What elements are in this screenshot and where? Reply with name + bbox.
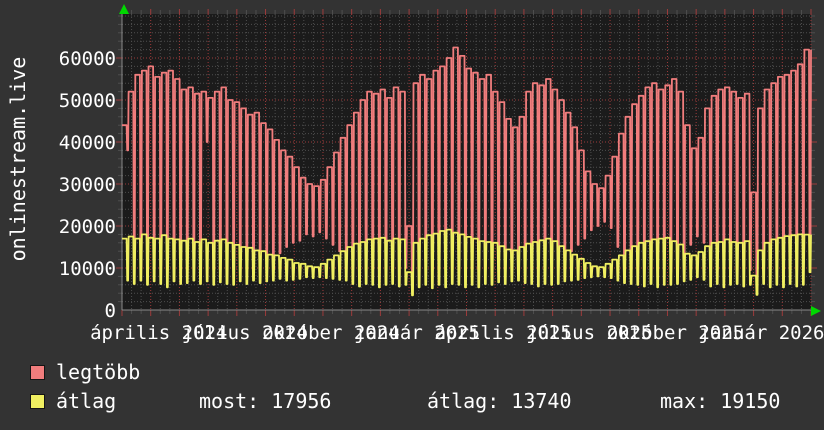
legend: legtöbb átlag most: 17956 átlag: 13740 m… (0, 358, 824, 416)
y-tick-label: 20000 (59, 216, 116, 238)
x-axis-arrow-icon (811, 306, 821, 316)
stat-atlag-value: 13740 (511, 389, 572, 413)
graph-canvas: onlinestream.live 0 10000 20000 30000 40000 5… (0, 0, 824, 430)
stat-most: most: 17956 (199, 387, 331, 416)
legend-swatch-atlag (30, 394, 45, 409)
y-axis-arrow-icon (119, 4, 129, 14)
y-tick-label: 60000 (59, 48, 116, 70)
stat-most-label: most: (199, 389, 260, 413)
stat-atlag: átlag: 13740 (427, 387, 572, 416)
stat-most-value: 17956 (271, 389, 332, 413)
legend-row-atlag: átlag most: 17956 átlag: 13740 max: 1915… (0, 387, 824, 416)
y-tick-label: 30000 (59, 174, 116, 196)
stat-max-value: 19150 (720, 389, 781, 413)
legend-label-atlag: átlag (56, 389, 117, 413)
y-tick-label: 50000 (59, 90, 116, 112)
y-tick-label: 0 (105, 300, 116, 322)
stat-max-label: max: (660, 389, 709, 413)
y-tick-label: 40000 (59, 132, 116, 154)
x-axis-labels: április 2024július 2024október 2024januá… (90, 322, 824, 344)
y-axis-labels: 0 10000 20000 30000 40000 50000 60000 (59, 48, 116, 322)
legend-row-legtobb: legtöbb (0, 358, 824, 387)
stat-atlag-label: átlag: (427, 389, 500, 413)
stat-max: max: 19150 (660, 387, 780, 416)
legend-swatch-legtobb (30, 365, 45, 380)
x-tick-label: január 2026 (699, 322, 824, 344)
y-tick-label: 10000 (59, 258, 116, 280)
legend-label-legtobb: legtöbb (56, 360, 141, 384)
